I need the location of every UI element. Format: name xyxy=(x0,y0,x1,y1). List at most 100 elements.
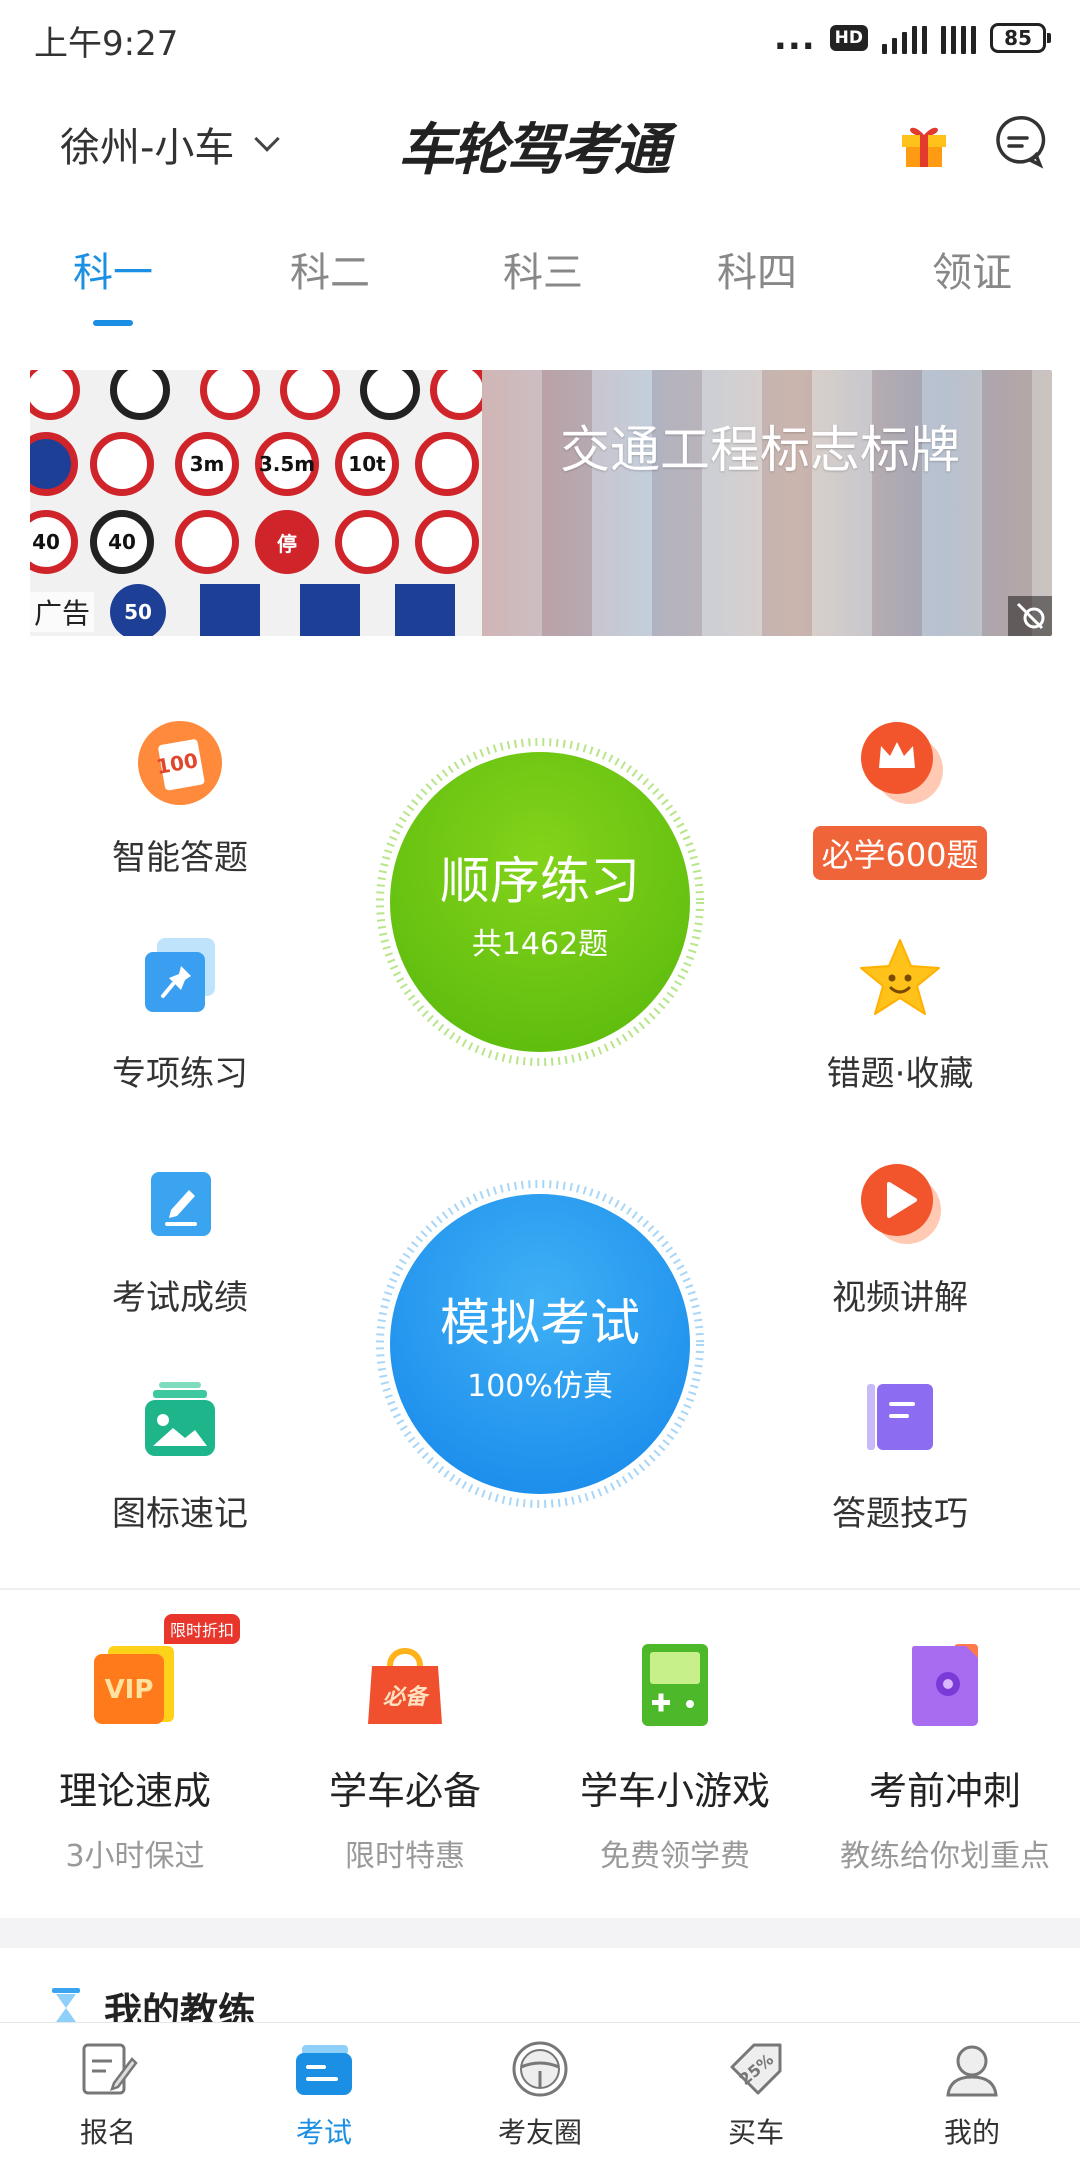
image-card-icon xyxy=(145,1382,215,1456)
sign-10t: 10t xyxy=(335,432,399,496)
sign-40-black: 40 xyxy=(90,510,154,574)
gift-icon[interactable] xyxy=(898,117,950,169)
city-label: 徐州-小车 xyxy=(60,125,235,171)
app-header: 徐州-小车 车轮驾考通 xyxy=(0,95,1080,195)
status-icons: ... HD 85 xyxy=(773,18,1051,58)
active-tab-indicator xyxy=(93,320,133,326)
bottom-navigation: 报名 考试 考友圈 25% 买车 我的 xyxy=(0,2022,1080,2160)
sign-icon xyxy=(395,584,455,636)
nav-exam[interactable]: 考试 xyxy=(216,2037,432,2151)
subject-tabs: 科一 科二 科三 科四 领证 xyxy=(0,240,1080,330)
sign-50: 50 xyxy=(110,584,166,636)
vip-card-icon: VIP xyxy=(94,1646,174,1724)
sign-icon xyxy=(30,370,80,420)
sign-icon xyxy=(415,510,479,574)
pre-exam-sprint-button[interactable]: 考前冲刺 教练给你划重点 xyxy=(810,1640,1080,1875)
signal-icon-2 xyxy=(941,22,976,54)
special-practice-button[interactable]: 专项练习 xyxy=(60,936,300,1095)
nav-profile[interactable]: 我的 xyxy=(864,2037,1080,2151)
must-learn-600-button[interactable]: 必学600题 xyxy=(780,720,1020,880)
pre-exam-sprint-subtitle: 教练给你划重点 xyxy=(840,1839,1050,1874)
nav-signup[interactable]: 报名 xyxy=(0,2037,216,2151)
icon-memory-button[interactable]: 图标速记 xyxy=(60,1376,300,1535)
driving-games-title: 学车小游戏 xyxy=(579,1769,770,1813)
driving-games-subtitle: 免费领学费 xyxy=(600,1839,750,1874)
exam-cards-icon xyxy=(296,2045,352,2095)
section-divider xyxy=(0,1588,1080,1590)
learning-essentials-button[interactable]: 必备 学车必备 限时特惠 xyxy=(270,1640,540,1875)
tab-subject-1[interactable]: 科一 xyxy=(23,240,203,298)
rocket-card-icon xyxy=(912,1644,978,1726)
nav-buy-car[interactable]: 25% 买车 xyxy=(648,2037,864,2151)
ad-label: 广告 xyxy=(30,592,95,632)
exam-scores-button[interactable]: 考试成绩 xyxy=(60,1160,300,1319)
steering-wheel-icon xyxy=(512,2041,568,2097)
edit-icon xyxy=(151,1172,211,1236)
ad-banner[interactable]: 3m 3.5m 10t 40 40 停 50 交通工程标志标牌 广告 xyxy=(30,370,1052,636)
status-bar: 上午9:27 ... HD 85 xyxy=(0,0,1080,76)
sign-icon xyxy=(30,432,78,496)
sign-stop: 停 xyxy=(255,510,319,574)
discount-tag-icon: 25% xyxy=(730,2043,782,2095)
banner-text-panel: 交通工程标志标牌 xyxy=(482,370,1052,636)
tab-license[interactable]: 领证 xyxy=(882,240,1062,298)
pushpin-icon xyxy=(145,938,215,1012)
star-icon xyxy=(860,939,940,1015)
user-avatar-icon xyxy=(946,2045,998,2097)
tab-subject-3[interactable]: 科三 xyxy=(453,240,633,298)
score-100-icon: 100 xyxy=(138,721,222,805)
bag-text: 必备 xyxy=(383,1685,430,1710)
sign-icon xyxy=(110,370,170,420)
sign-icon xyxy=(360,370,420,420)
sign-icon xyxy=(280,370,340,420)
book-icon xyxy=(867,1384,933,1450)
mock-exam-button[interactable]: 模拟考试 100%仿真 xyxy=(390,1194,690,1494)
learning-essentials-title: 学车必备 xyxy=(328,1769,481,1813)
game-console-icon xyxy=(642,1644,708,1726)
sign-35m: 3.5m xyxy=(255,432,319,496)
sign-icon xyxy=(200,370,260,420)
app-logo: 车轮驾考通 xyxy=(398,118,670,183)
smart-answer-button[interactable]: 100 智能答题 xyxy=(60,720,300,879)
sign-icon xyxy=(175,510,239,574)
sign-icon xyxy=(415,432,479,496)
mock-exam-subtitle: 100%仿真 xyxy=(467,1369,613,1404)
tab-subject-4[interactable]: 科四 xyxy=(667,240,847,298)
status-time: 上午9:27 xyxy=(34,24,179,64)
sequential-title: 顺序练习 xyxy=(440,852,640,910)
theory-crash-course-button[interactable]: VIP 理论速成 3小时保过 xyxy=(0,1640,270,1875)
play-icon xyxy=(861,1164,941,1244)
sign-icon xyxy=(430,370,490,420)
smart-answer-label: 智能答题 xyxy=(112,838,248,878)
mock-exam-title: 模拟考试 xyxy=(440,1294,640,1352)
pre-exam-sprint-title: 考前冲刺 xyxy=(868,1769,1021,1813)
mistakes-favorites-button[interactable]: 错题·收藏 xyxy=(780,936,1020,1095)
banner-title: 交通工程标志标牌 xyxy=(560,421,960,479)
more-dots-icon: ... xyxy=(773,18,816,58)
mistakes-favorites-label: 错题·收藏 xyxy=(826,1054,974,1094)
shopping-bag-icon: 必备 xyxy=(368,1648,442,1724)
sequential-count: 共1462题 xyxy=(471,927,609,962)
signal-icon xyxy=(882,22,927,54)
nav-community[interactable]: 考友圈 xyxy=(432,2037,648,2151)
limited-discount-badge: 限时折扣 xyxy=(164,1614,241,1644)
sequential-practice-button[interactable]: 顺序练习 共1462题 xyxy=(390,752,690,1052)
theory-crash-course-title: 理论速成 xyxy=(58,1769,211,1813)
battery-icon: 85 xyxy=(990,23,1051,53)
chevron-down-icon xyxy=(254,126,281,152)
nav-community-label: 考友圈 xyxy=(497,2116,582,2149)
theory-crash-course-subtitle: 3小时保过 xyxy=(65,1839,205,1874)
sign-40: 40 xyxy=(30,510,78,574)
ad-close-icon[interactable] xyxy=(1008,596,1052,636)
tab-subject-2[interactable]: 科二 xyxy=(240,240,420,298)
video-explain-button[interactable]: 视频讲解 xyxy=(780,1160,1020,1319)
sign-icon xyxy=(90,432,154,496)
message-icon[interactable] xyxy=(990,113,1046,169)
vip-text: VIP xyxy=(105,1675,154,1705)
city-selector[interactable]: 徐州-小车 xyxy=(60,115,281,173)
driving-games-button[interactable]: 学车小游戏 免费领学费 xyxy=(540,1640,810,1875)
answer-tips-button[interactable]: 答题技巧 xyxy=(780,1376,1020,1535)
nav-exam-label: 考试 xyxy=(295,2116,352,2149)
section-spacer xyxy=(0,1918,1080,1948)
sign-icon xyxy=(200,584,260,636)
